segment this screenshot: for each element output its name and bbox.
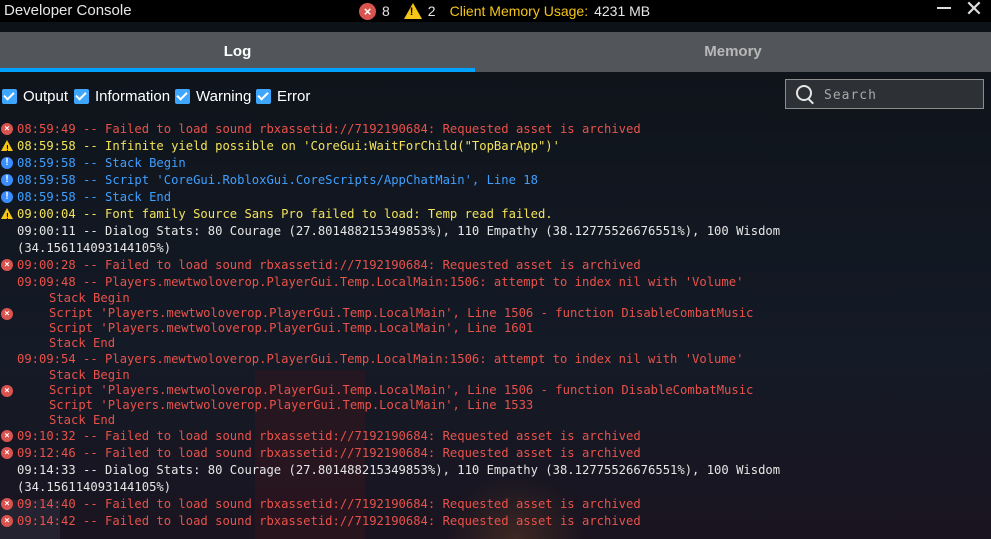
log-entry: × 09:14:40 -- Failed to load sound rbxass… xyxy=(0,496,991,513)
window-title: Developer Console xyxy=(4,2,132,19)
error-icon: × xyxy=(1,308,13,320)
log-entry-text: Script 'Players.mewtwoloverop.PlayerGui.… xyxy=(49,383,754,397)
error-count: 8 xyxy=(382,3,390,19)
log-entry-text: Script 'Players.mewtwoloverop.PlayerGui.… xyxy=(49,321,534,335)
checkbox-checked-icon[interactable] xyxy=(74,89,89,104)
log-entry-text: (34.156114093144105%) xyxy=(17,241,172,255)
log-entry-text: Script 'Players.mewtwoloverop.PlayerGui.… xyxy=(49,306,754,320)
log-entry-text: 09:00:04 -- Font family Source Sans Pro … xyxy=(17,207,553,221)
checkbox-checked-icon[interactable] xyxy=(175,89,190,104)
close-icon: ✕ xyxy=(964,0,984,21)
log-entry: × 09:12:46 -- Failed to load sound rbxass… xyxy=(0,445,991,462)
filter-information-label: Information xyxy=(95,88,171,105)
log-entry: 09:14:33 -- Dialog Stats: 80 Courage (27… xyxy=(0,462,991,479)
log-entry: × Script 'Players.mewtwoloverop.PlayerGui… xyxy=(0,306,991,321)
log-entry: × 09:00:28 -- Failed to load sound rbxass… xyxy=(0,257,991,274)
warning-icon: ! xyxy=(1,140,13,153)
log-entry-text: 09:14:33 -- Dialog Stats: 80 Courage (27… xyxy=(17,463,781,477)
log-entry-text: Script 'Players.mewtwoloverop.PlayerGui.… xyxy=(49,398,534,412)
log-entry-text: Stack Begin xyxy=(49,368,130,382)
log-entry-text: 09:00:28 -- Failed to load sound rbxasse… xyxy=(17,258,641,272)
log-entry-text: Stack End xyxy=(49,336,116,350)
filter-output-label: Output xyxy=(23,88,69,105)
error-icon: × xyxy=(1,385,13,397)
log-entry-text: 09:00:11 -- Dialog Stats: 80 Courage (27… xyxy=(17,224,781,238)
log-entry: ! 08:59:58 -- Stack Begin xyxy=(0,155,991,172)
error-icon: × xyxy=(1,430,13,442)
log-entry-text: (34.156114093144105%) xyxy=(17,480,172,494)
memory-usage-label: Client Memory Usage: xyxy=(449,3,589,19)
log-entry: × Script 'Players.mewtwoloverop.PlayerGui… xyxy=(0,383,991,398)
log-entry: × 08:59:49 -- Failed to load sound rbxass… xyxy=(0,121,991,138)
error-icon: × xyxy=(1,259,13,271)
log-entry: 09:00:11 -- Dialog Stats: 80 Courage (27… xyxy=(0,223,991,240)
search-input[interactable] xyxy=(822,84,976,106)
log-entry: 09:09:48 -- Players.mewtwoloverop.Player… xyxy=(0,274,991,291)
log-output-list[interactable]: × 08:59:49 -- Failed to load sound rbxass… xyxy=(0,121,991,530)
search-icon xyxy=(796,85,812,101)
log-entry: × 09:14:42 -- Failed to load sound rbxass… xyxy=(0,513,991,530)
log-entry-text: 09:12:46 -- Failed to load sound rbxasse… xyxy=(17,446,641,460)
tab-log[interactable]: Log xyxy=(0,32,475,72)
error-icon: × xyxy=(1,515,13,527)
log-entry: (34.156114093144105%) xyxy=(0,479,991,496)
log-entry-text: 09:14:42 -- Failed to load sound rbxasse… xyxy=(17,514,641,528)
error-icon: × xyxy=(1,123,13,135)
log-entry: Script 'Players.mewtwoloverop.PlayerGui.… xyxy=(0,398,991,413)
filter-information[interactable]: Information xyxy=(74,88,170,105)
log-entry: Stack Begin xyxy=(0,291,991,306)
filter-warning[interactable]: Warning xyxy=(175,88,251,105)
tab-bar: Log Memory xyxy=(0,32,991,72)
warning-count-icon: ! xyxy=(403,3,422,19)
log-entry: ! 08:59:58 -- Stack End xyxy=(0,189,991,206)
tab-memory[interactable]: Memory xyxy=(475,32,991,72)
filter-output[interactable]: Output xyxy=(2,88,68,105)
log-entry: Stack End xyxy=(0,336,991,351)
log-entry-text: Stack End xyxy=(49,413,116,427)
info-icon: ! xyxy=(1,157,13,169)
log-entry: ! 09:00:04 -- Font family Source Sans Pro… xyxy=(0,206,991,223)
warning-count: 2 xyxy=(427,3,436,19)
filter-warning-label: Warning xyxy=(196,88,252,105)
log-entry-text: 08:59:58 -- Stack Begin xyxy=(17,156,186,170)
filter-error-label: Error xyxy=(277,88,311,105)
error-icon: × xyxy=(1,447,13,459)
log-entry-text: 08:59:58 -- Script 'CoreGui.RobloxGui.Co… xyxy=(17,173,538,187)
log-entry: × 09:10:32 -- Failed to load sound rbxass… xyxy=(0,428,991,445)
search-box[interactable] xyxy=(785,79,984,109)
title-bar: Developer Console × 8 ! 2 Client Memory … xyxy=(0,0,991,22)
warning-icon: ! xyxy=(1,208,13,221)
log-entry-text: Stack Begin xyxy=(49,291,130,305)
error-count-icon: × xyxy=(359,2,376,20)
info-icon: ! xyxy=(1,174,13,186)
log-entry-text: 09:14:40 -- Failed to load sound rbxasse… xyxy=(17,497,641,511)
close-button[interactable]: ✕ xyxy=(963,0,985,20)
log-entry: ! 08:59:58 -- Script 'CoreGui.RobloxGui.C… xyxy=(0,172,991,189)
filter-error[interactable]: Error xyxy=(256,88,310,105)
log-entry: Stack End xyxy=(0,413,991,428)
log-entry: (34.156114093144105%) xyxy=(0,240,991,257)
log-entry-text: 08:59:49 -- Failed to load sound rbxasse… xyxy=(17,122,641,136)
log-entry: 09:09:54 -- Players.mewtwoloverop.Player… xyxy=(0,351,991,368)
minimize-button[interactable] xyxy=(937,7,951,9)
status-counters: × 8 ! 2 Client Memory Usage: 4231 MB xyxy=(359,1,650,21)
log-entry-text: 09:09:54 -- Players.mewtwoloverop.Player… xyxy=(17,352,744,366)
error-icon: × xyxy=(1,498,13,510)
info-icon: ! xyxy=(1,191,13,203)
memory-usage-value: 4231 MB xyxy=(594,3,651,19)
log-entry: Stack Begin xyxy=(0,368,991,383)
log-entry-text: 08:59:58 -- Stack End xyxy=(17,190,172,204)
checkbox-checked-icon[interactable] xyxy=(256,89,271,104)
log-entry-text: 08:59:58 -- Infinite yield possible on '… xyxy=(17,139,560,153)
log-entry: ! 08:59:58 -- Infinite yield possible on … xyxy=(0,138,991,155)
log-entry: Script 'Players.mewtwoloverop.PlayerGui.… xyxy=(0,321,991,336)
log-entry-text: 09:09:48 -- Players.mewtwoloverop.Player… xyxy=(17,275,744,289)
checkbox-checked-icon[interactable] xyxy=(2,89,17,104)
log-entry-text: 09:10:32 -- Failed to load sound rbxasse… xyxy=(17,429,641,443)
